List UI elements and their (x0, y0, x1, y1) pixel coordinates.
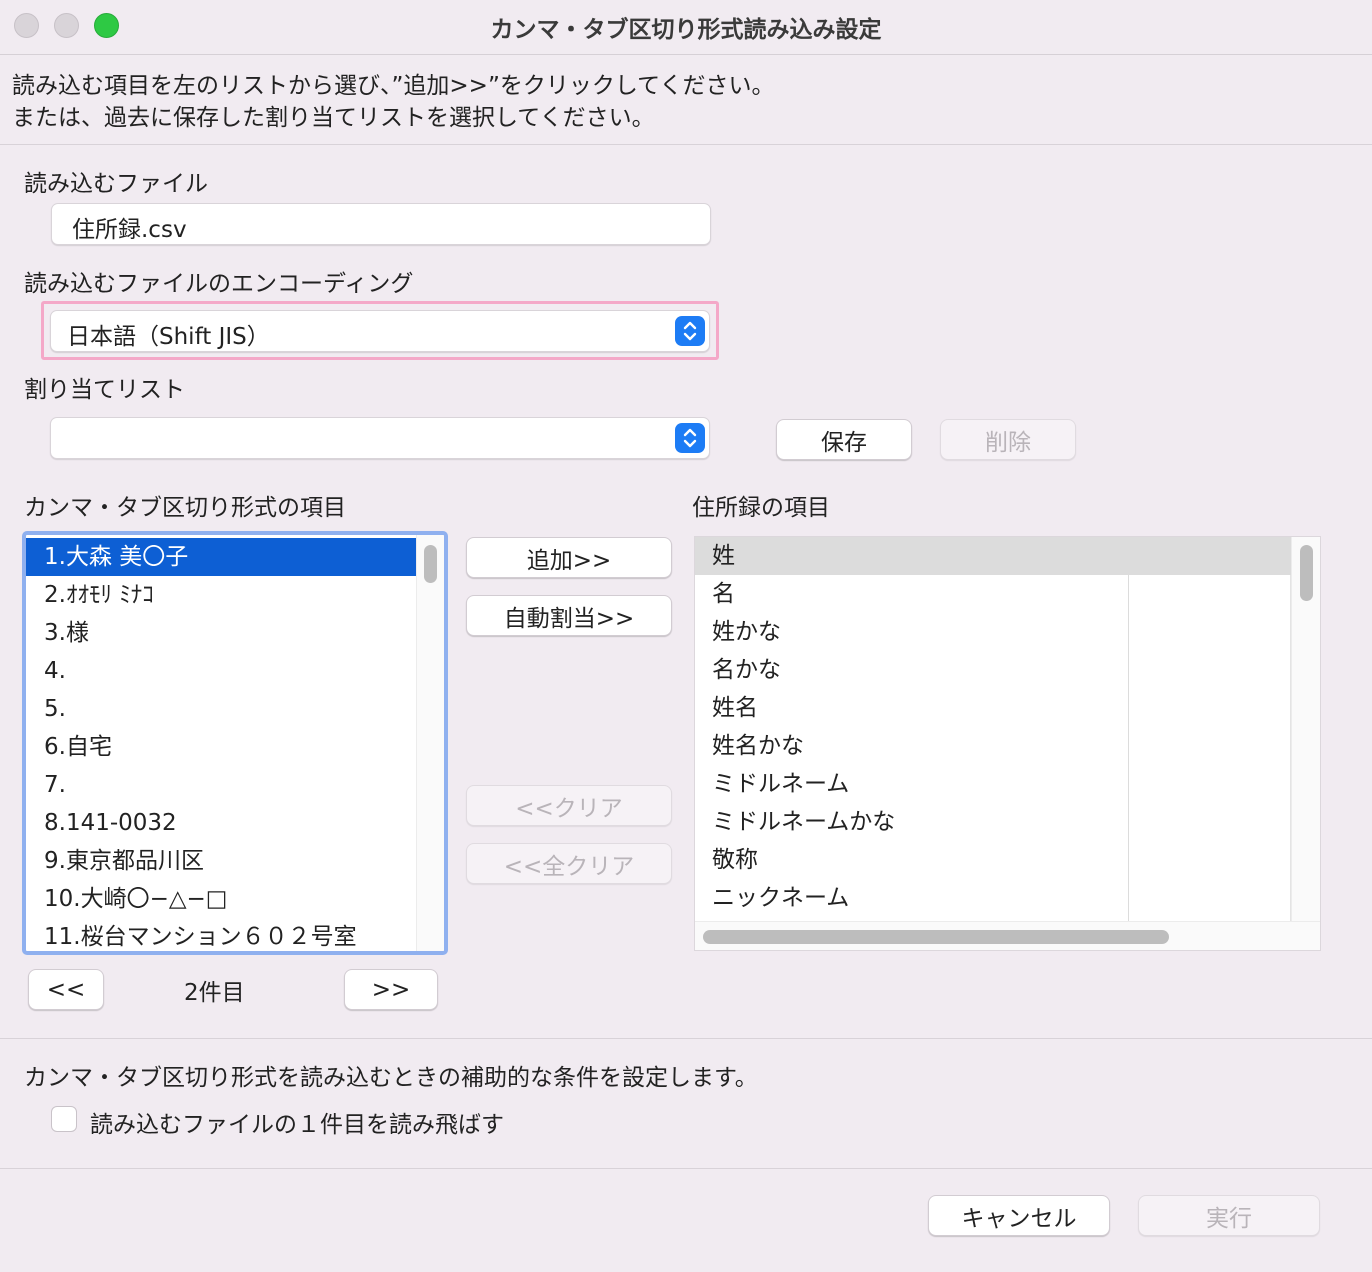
instruction-line-1: 読み込む項目を左のリストから選び、”追加>>”をクリックしてください。 (12, 73, 775, 99)
table-row[interactable]: ミドルネームかな (695, 803, 1291, 841)
h-scrollbar-thumb[interactable] (703, 930, 1169, 944)
list-item[interactable]: 6.自宅 (26, 728, 416, 766)
chevron-updown-icon (675, 423, 705, 453)
address-field-table[interactable]: 姓 名 姓かな 名かな 姓名 姓名かな ミドルネーム ミドルネームかな 敬称 ニ… (694, 536, 1321, 951)
table-row[interactable]: ニックネーム (695, 879, 1291, 917)
row-label: 姓 (712, 543, 735, 569)
cancel-button[interactable]: キャンセル (928, 1195, 1110, 1236)
run-button[interactable]: 実行 (1138, 1195, 1320, 1236)
list-item[interactable]: 2.ｵｵﾓﾘ ﾐﾅｺ (26, 576, 416, 614)
table-row[interactable]: 姓名かな (695, 727, 1291, 765)
list-item[interactable]: 11.桜台マンション６０２号室 (26, 918, 416, 951)
assignment-select[interactable] (50, 417, 710, 459)
row-label: 姓かな (712, 619, 781, 645)
table-row[interactable]: 敬称 (695, 841, 1291, 879)
delete-button[interactable]: 削除 (940, 419, 1076, 460)
scrollbar-thumb[interactable] (1300, 545, 1313, 601)
divider (0, 1038, 1372, 1039)
table-row[interactable]: 姓かな (695, 613, 1291, 651)
options-description: カンマ・タブ区切り形式を読み込むときの補助的な条件を設定します。 (24, 1065, 758, 1091)
right-list-scrollbar[interactable] (1291, 537, 1320, 921)
row-label: 姓名かな (712, 733, 804, 759)
table-row[interactable]: 姓 (695, 537, 1291, 575)
csv-field-list[interactable]: 1.大森 美〇子 2.ｵｵﾓﾘ ﾐﾅｺ 3.様 4. 5. 6.自宅 7. 8.… (22, 531, 448, 955)
encoding-select[interactable]: 日本語（Shift JIS） (50, 310, 710, 352)
right-list-label: 住所録の項目 (692, 495, 830, 521)
prev-record-button[interactable]: << (28, 969, 104, 1010)
file-name: 住所録.csv (72, 217, 187, 243)
row-label: 姓名 (712, 695, 758, 721)
save-button[interactable]: 保存 (776, 419, 912, 460)
clear-all-button[interactable]: <<全クリア (466, 843, 672, 884)
record-counter: 2件目 (184, 980, 245, 1006)
table-row[interactable]: 姓名 (695, 689, 1291, 727)
assignment-label: 割り当てリスト (24, 377, 185, 403)
row-label: 敬称 (712, 847, 758, 873)
skip-first-checkbox[interactable] (51, 1106, 77, 1132)
left-list-scrollbar[interactable] (416, 535, 444, 951)
list-item[interactable]: 10.大崎〇−△−□ (26, 880, 416, 918)
row-label: 名かな (712, 657, 781, 683)
row-label: ミドルネームかな (712, 809, 896, 835)
list-item[interactable]: 3.様 (26, 614, 416, 652)
left-list-label: カンマ・タブ区切り形式の項目 (24, 495, 346, 521)
table-row[interactable]: 名かな (695, 651, 1291, 689)
divider (0, 144, 1372, 145)
row-label: 名 (712, 581, 735, 607)
file-field[interactable]: 住所録.csv (51, 203, 711, 245)
clear-button[interactable]: <<クリア (466, 785, 672, 826)
chevron-updown-icon (675, 316, 705, 346)
file-label: 読み込むファイル (24, 171, 208, 197)
window-title: カンマ・タブ区切り形式読み込み設定 (490, 17, 882, 43)
row-label: ニックネーム (712, 885, 850, 911)
auto-assign-button[interactable]: 自動割当>> (466, 595, 672, 636)
skip-first-label[interactable]: 読み込むファイルの１件目を読み飛ばす (90, 1105, 504, 1139)
table-row[interactable]: 名 (695, 575, 1291, 613)
next-record-button[interactable]: >> (344, 969, 438, 1010)
add-button[interactable]: 追加>> (466, 537, 672, 578)
list-item[interactable]: 7. (26, 766, 416, 804)
instructions: 読み込む項目を左のリストから選び、”追加>>”をクリックしてください。 または、… (12, 70, 775, 134)
divider (0, 1168, 1372, 1169)
scrollbar-thumb[interactable] (424, 545, 437, 583)
list-item[interactable]: 4. (26, 652, 416, 690)
list-item[interactable]: 1.大森 美〇子 (26, 538, 416, 576)
list-item[interactable]: 5. (26, 690, 416, 728)
table-row[interactable]: ミドルネーム (695, 765, 1291, 803)
right-list-h-scrollbar[interactable] (695, 921, 1320, 950)
encoding-label: 読み込むファイルのエンコーディング (24, 271, 414, 297)
list-item[interactable]: 9.東京都品川区 (26, 842, 416, 880)
encoding-value: 日本語（Shift JIS） (67, 324, 270, 350)
instruction-line-2: または、過去に保存した割り当てリストを選択してください。 (12, 105, 655, 131)
list-item[interactable]: 8.141-0032 (26, 804, 416, 842)
row-label: ミドルネーム (712, 771, 850, 797)
